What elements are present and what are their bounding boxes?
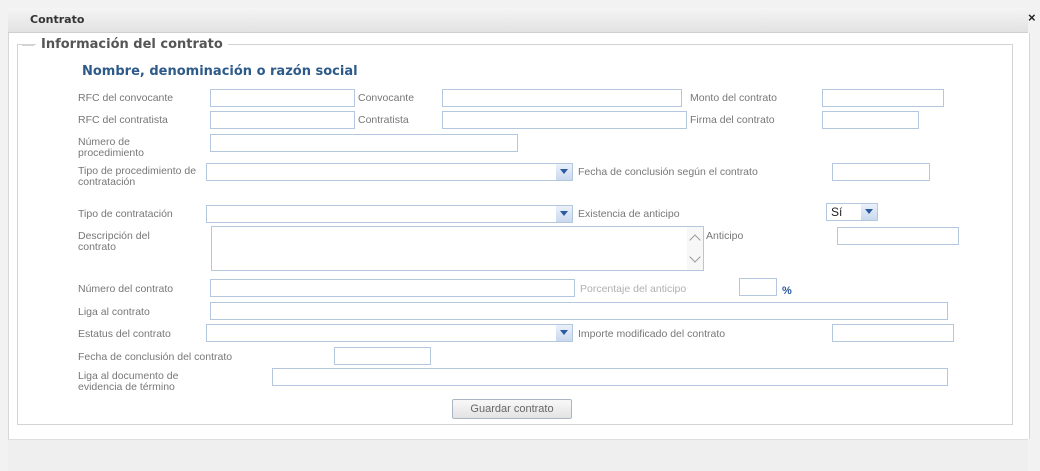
chevron-down-icon: [556, 206, 572, 222]
numero-contrato-input[interactable]: [210, 279, 575, 297]
descripcion-textarea[interactable]: [211, 226, 704, 271]
numero-procedimiento-input[interactable]: [210, 134, 518, 152]
textarea-scrollbar[interactable]: [687, 227, 703, 270]
chevron-down-icon: [556, 164, 572, 180]
liga-contrato-input[interactable]: [210, 302, 948, 320]
contratista-input[interactable]: [442, 111, 687, 129]
label-estatus: Estatus del contrato: [78, 328, 171, 340]
label-fecha-conclusion: Fecha de conclusión del contrato: [78, 351, 233, 363]
label-convocante: Convocante: [358, 92, 415, 104]
label-liga-documento: Liga al documento de evidencia de términ…: [78, 370, 179, 393]
label-contratista: Contratista: [358, 114, 409, 126]
chevron-down-icon: [861, 204, 877, 220]
label-numero-contrato: Número del contrato: [78, 283, 174, 295]
convocante-input[interactable]: [442, 89, 682, 107]
save-contract-button[interactable]: Guardar contrato: [452, 399, 572, 419]
label-existencia-anticipo: Existencia de anticipo: [578, 208, 680, 220]
liga-documento-input[interactable]: [272, 368, 948, 386]
label-rfc-convocante: RFC del convocante: [78, 92, 174, 104]
label-importe-modificado: Importe modificado del contrato: [578, 328, 726, 340]
importe-modificado-input[interactable]: [832, 324, 954, 342]
dialog-footer: [8, 439, 1028, 471]
rfc-contratista-input[interactable]: [210, 111, 355, 129]
rfc-convocante-input[interactable]: [210, 89, 355, 107]
window-titlebar: Contrato: [8, 8, 1028, 33]
percent-icon: %: [782, 285, 792, 297]
tipo-contratacion-select[interactable]: [206, 205, 573, 223]
fecha-conclusion-input[interactable]: [334, 347, 431, 365]
close-icon[interactable]: ×: [1028, 10, 1036, 25]
firma-input[interactable]: [822, 111, 919, 129]
estatus-select[interactable]: [206, 324, 573, 342]
label-fecha-conclusion-segun: Fecha de conclusión según el contrato: [578, 166, 758, 178]
scroll-up-icon[interactable]: [689, 234, 701, 246]
existencia-anticipo-select[interactable]: Sí: [826, 203, 878, 221]
fecha-conclusion-segun-input[interactable]: [832, 163, 930, 181]
label-rfc-contratista: RFC del contratista: [78, 114, 168, 126]
window-title: Contrato: [30, 13, 85, 26]
label-monto: Monto del contrato: [690, 92, 777, 104]
label-tipo-procedimiento: Tipo de procedimiento de contratación: [78, 165, 197, 188]
label-liga-contrato: Liga al contrato: [78, 306, 150, 318]
label-firma: Firma del contrato: [690, 114, 775, 126]
label-numero-procedimiento: Número de procedimiento: [78, 136, 144, 159]
fieldset-legend: Información del contrato: [36, 37, 228, 52]
anticipo-input[interactable]: [837, 227, 959, 245]
existencia-anticipo-value: Sí: [831, 205, 843, 219]
tipo-procedimiento-select[interactable]: [206, 163, 573, 181]
section-subheading: Nombre, denominación o razón social: [82, 64, 358, 79]
label-porcentaje-anticipo: Porcentaje del anticipo: [580, 283, 687, 295]
label-anticipo: Anticipo: [706, 230, 744, 242]
porcentaje-anticipo-input[interactable]: [739, 278, 777, 296]
legend-dash: [22, 45, 34, 46]
scroll-down-icon[interactable]: [689, 251, 701, 263]
label-tipo-contratacion: Tipo de contratación: [78, 208, 173, 220]
monto-input[interactable]: [822, 89, 944, 107]
label-descripcion: Descripción del contrato: [78, 230, 150, 253]
chevron-down-icon: [556, 325, 572, 341]
